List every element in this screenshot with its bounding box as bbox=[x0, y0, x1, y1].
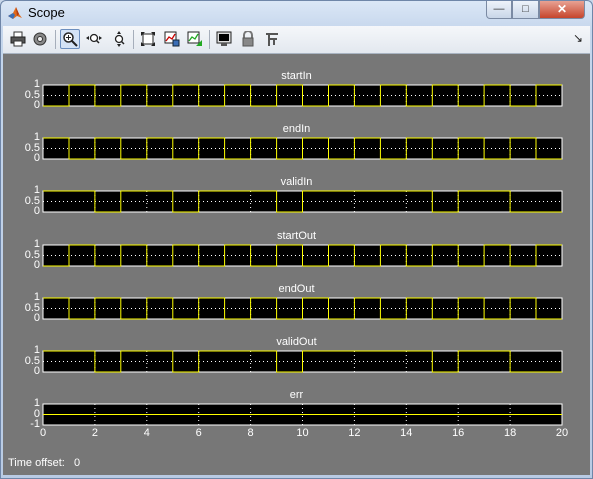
autoscale-button[interactable] bbox=[138, 29, 158, 49]
lock-axes-icon bbox=[242, 31, 254, 47]
scope-display: startIn 1 0.5 0 endIn 1 0.5 0 validIn 1 0.5 0 startO… bbox=[3, 54, 590, 475]
close-button[interactable]: ✕ bbox=[539, 1, 585, 19]
x-tick-label: 20 bbox=[555, 427, 569, 439]
floating-scope-button[interactable] bbox=[214, 29, 234, 49]
minimize-button[interactable]: — bbox=[486, 1, 512, 19]
floating-scope-icon bbox=[216, 31, 232, 46]
parameters-icon bbox=[33, 32, 47, 46]
plot-start-out[interactable] bbox=[42, 244, 563, 267]
signal-trace-start-in bbox=[43, 84, 562, 107]
axis-title-valid-out: validOut bbox=[276, 336, 317, 348]
window-title: Scope bbox=[28, 5, 65, 20]
toolbar-separator bbox=[55, 30, 56, 49]
axis-title-start-out: startOut bbox=[276, 230, 317, 242]
x-tick-label: 2 bbox=[91, 427, 98, 439]
plot-end-in[interactable] bbox=[42, 137, 563, 160]
x-tick-label: 0 bbox=[39, 427, 47, 439]
y-tick-label: 0 bbox=[33, 365, 40, 377]
x-tick-label: 18 bbox=[503, 427, 517, 439]
toolbar-dock-arrow-icon[interactable]: ↘ bbox=[573, 31, 583, 45]
y-tick-label: 0 bbox=[33, 312, 40, 324]
y-tick-label: 0 bbox=[33, 99, 40, 111]
x-tick-label: 14 bbox=[400, 427, 413, 439]
zoom-in-button[interactable] bbox=[60, 29, 80, 49]
y-tick-label: 0 bbox=[33, 205, 40, 217]
time-offset-label: Time offset: bbox=[8, 457, 65, 469]
zoom-in-icon bbox=[63, 32, 78, 47]
lock-axes-button[interactable] bbox=[238, 29, 258, 49]
time-offset-value: 0 bbox=[74, 457, 81, 469]
print-icon bbox=[10, 31, 26, 47]
maximize-button[interactable]: □ bbox=[512, 1, 539, 19]
axis-title-start-in: startIn bbox=[281, 70, 312, 82]
restore-axes-settings-button[interactable] bbox=[185, 29, 205, 49]
signal-trace-start-out bbox=[43, 244, 562, 267]
toolbar: ↘ bbox=[3, 26, 590, 54]
plot-valid-in[interactable] bbox=[42, 190, 563, 213]
print-button[interactable] bbox=[8, 29, 28, 49]
zoom-y-button[interactable] bbox=[109, 29, 129, 49]
zoom-x-icon bbox=[86, 33, 102, 44]
signal-selector-button[interactable] bbox=[262, 29, 282, 49]
toolbar-separator bbox=[209, 30, 210, 49]
x-tick-label: 6 bbox=[195, 427, 202, 439]
signal-selector-icon bbox=[266, 33, 278, 46]
axis-title-end-out: endOut bbox=[278, 283, 315, 295]
x-tick-label: 12 bbox=[348, 427, 361, 439]
zoom-y-icon bbox=[114, 31, 125, 47]
zoom-x-button[interactable] bbox=[84, 29, 104, 49]
x-tick-label: 10 bbox=[296, 427, 309, 439]
title-bar[interactable]: Scope — □ ✕ bbox=[1, 1, 592, 25]
axis-title-end-in: endIn bbox=[282, 123, 311, 135]
signal-trace-end-out bbox=[43, 297, 562, 320]
plot-err[interactable] bbox=[42, 403, 563, 426]
autoscale-icon bbox=[141, 32, 155, 46]
plot-valid-out[interactable] bbox=[42, 350, 563, 373]
y-tick-label: 0 bbox=[33, 259, 40, 271]
axis-title-valid-in: validIn bbox=[280, 176, 313, 188]
toolbar-separator bbox=[133, 30, 134, 49]
plot-start-in[interactable] bbox=[42, 84, 563, 107]
parameters-button[interactable] bbox=[30, 29, 50, 49]
scope-window: Scope — □ ✕ ↘ startIn 1 0.5 0 endIn 1 0.… bbox=[0, 0, 593, 479]
signal-trace-end-in bbox=[43, 137, 562, 160]
x-tick-label: 8 bbox=[247, 427, 254, 439]
restore-axes-settings-icon bbox=[187, 31, 202, 46]
plot-end-out[interactable] bbox=[42, 297, 563, 320]
y-tick-label: 0 bbox=[33, 152, 40, 164]
x-tick-label: 16 bbox=[452, 427, 465, 439]
axis-title-err: err bbox=[289, 389, 304, 401]
x-tick-label: 4 bbox=[143, 427, 150, 439]
matlab-logo-icon bbox=[8, 7, 22, 19]
save-axes-settings-button[interactable] bbox=[162, 29, 182, 49]
save-axes-settings-icon bbox=[164, 31, 180, 47]
